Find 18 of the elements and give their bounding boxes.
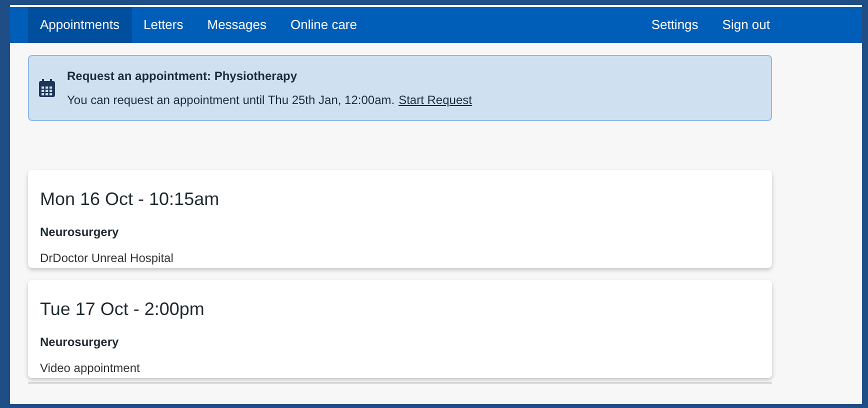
- appointment-location: DrDoctor Unreal Hospital: [40, 250, 174, 267]
- nav-tab[interactable]: Settings: [639, 7, 710, 43]
- nav-tab[interactable]: Messages: [195, 7, 278, 43]
- appointment-datetime: Mon 16 Oct - 10:15am: [40, 188, 220, 211]
- calendar-icon: [39, 79, 55, 97]
- appointment-specialty: Neurosurgery: [40, 334, 120, 351]
- nav-tab[interactable]: Letters: [132, 7, 196, 43]
- nav-tab[interactable]: Appointments: [28, 7, 132, 43]
- appointment-card[interactable]: Tue 17 Oct - 2:00pm Neurosurgery Video appointment: [28, 280, 772, 378]
- appointment-card[interactable]: Mon 16 Oct - 10:15am Neurosurgery DrDoctor Unreal Hospital: [28, 170, 772, 268]
- nav-tab[interactable]: Online care: [278, 7, 369, 43]
- appointment-specialty: Neurosurgery: [40, 224, 120, 241]
- appointment-datetime: Tue 17 Oct - 2:00pm: [40, 298, 206, 321]
- appointment-location: Video appointment: [40, 360, 141, 377]
- nav-tab[interactable]: Sign out: [710, 7, 782, 43]
- banner-title: Request an appointment: Physiotherapy: [67, 68, 298, 85]
- start-request-link[interactable]: Start Request: [398, 91, 472, 109]
- banner-text: You can request an appointment until Thu 25th Jan, 12:00am.: [67, 92, 395, 109]
